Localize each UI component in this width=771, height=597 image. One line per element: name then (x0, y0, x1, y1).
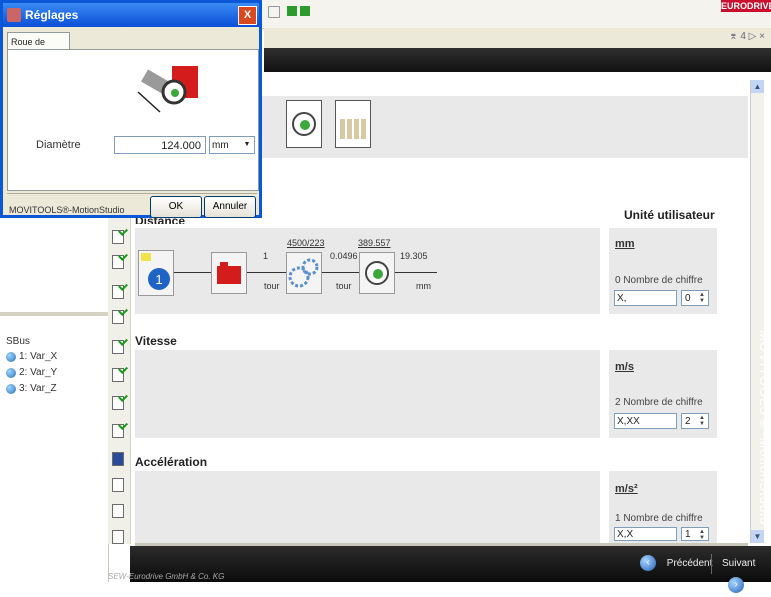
settings-icon (7, 8, 21, 22)
unit-column-title: Unité utilisateur (624, 208, 715, 222)
brand-logo: EURODRIVE (721, 0, 771, 12)
unit-select[interactable]: mm ▼ (209, 136, 255, 154)
header-dark-bar (264, 48, 771, 72)
tree-item-label: 1: Var_X (19, 351, 58, 362)
panel-splitter[interactable] (0, 312, 108, 316)
spin-arrows-icon[interactable]: ▲ ▼ (699, 415, 707, 427)
step-check-icon[interactable] (112, 230, 124, 244)
motor-unit: tour (264, 281, 280, 291)
tree-item-label: 2: Var_Y (19, 367, 58, 378)
unit-label-distance[interactable]: mm (615, 238, 635, 250)
gearbox-icon[interactable] (286, 252, 322, 294)
unit-panel-speed: m/s 2 Nombre de chiffre X,XX 2 ▲ ▼ (609, 350, 717, 438)
output-wheel-icon[interactable] (286, 100, 322, 148)
step-one-icon[interactable]: 1 (138, 250, 174, 296)
unit-panel-distance: mm 0 Nombre de chiffre X, 0 ▲ ▼ (609, 228, 717, 314)
wheel-unit: mm (416, 281, 431, 291)
wheel-value: 19.305 (400, 251, 428, 261)
gear-ratio[interactable]: 4500/223 (287, 238, 325, 248)
digits-label: 0 Nombre de chiffre (615, 275, 703, 286)
step-check-icon[interactable] (112, 340, 124, 354)
section-title-speed: Vitesse (135, 334, 177, 348)
unit-label-speed[interactable]: m/s (615, 361, 634, 373)
wheel-icon[interactable] (359, 252, 395, 294)
tree-item-var-y[interactable]: 2: Var_Y (6, 367, 57, 378)
format-input[interactable]: X, (614, 290, 677, 306)
step-check-icon[interactable] (112, 424, 124, 438)
tree-item-var-z[interactable]: 3: Var_Z (6, 383, 57, 394)
dialog-titlebar[interactable]: Réglages X (3, 3, 259, 27)
bottles-icon[interactable] (335, 100, 371, 148)
unit-label-acceleration[interactable]: m/s² (615, 483, 638, 495)
green-toolbar-icon-2[interactable] (300, 6, 310, 16)
wheel-ratio[interactable]: 389.557 (358, 238, 391, 248)
digits-stepper[interactable]: 1 ▲ ▼ (681, 527, 709, 541)
dialog-brand-footer: MOVITOOLS®-MotionStudio (9, 205, 125, 215)
current-step-icon[interactable] (112, 452, 124, 466)
diameter-input[interactable]: 124.000 (114, 136, 206, 154)
gear-unit: tour (336, 281, 352, 291)
device-icon (6, 367, 16, 378)
scroll-up-icon[interactable]: ▲ (751, 80, 764, 93)
speed-panel (135, 350, 600, 438)
arrow-right-icon: › (728, 577, 744, 594)
unit-panel-acceleration: m/s² 1 Nombre de chiffre X,X 1 ▲ ▼ (609, 471, 717, 543)
acceleration-panel (135, 471, 600, 543)
digits-label: 2 Nombre de chiffre (615, 397, 703, 408)
green-toolbar-icon[interactable] (287, 6, 297, 16)
motor-icon[interactable] (211, 252, 247, 294)
toolbar-icon[interactable] (268, 6, 280, 18)
chevron-down-icon[interactable]: ▼ (241, 138, 253, 152)
close-button[interactable]: X (238, 6, 257, 25)
step-pending-icon[interactable] (112, 504, 124, 518)
previous-button[interactable]: ‹ Précédent (640, 553, 712, 575)
step-check-icon[interactable] (112, 310, 124, 324)
format-input[interactable]: X,XX (614, 413, 677, 429)
step-pending-icon[interactable] (112, 478, 124, 492)
wheel-diagram-icon (134, 62, 202, 118)
tree-root-label: SBus (6, 336, 30, 347)
step-check-icon[interactable] (112, 255, 124, 269)
digits-stepper[interactable]: 2 ▲ ▼ (681, 413, 709, 429)
spin-arrows-icon[interactable]: ▲ ▼ (699, 292, 707, 304)
nav-divider (711, 554, 712, 574)
project-tree-panel (0, 220, 109, 582)
unit-select-value: mm (212, 140, 229, 151)
digits-label: 1 Nombre de chiffre (615, 513, 703, 524)
step-check-icon[interactable] (112, 368, 124, 382)
step-check-icon[interactable] (112, 285, 124, 299)
gear-value: 0.0496 (330, 251, 358, 261)
section-title-acceleration: Accélération (135, 455, 208, 469)
dialog-body: Diamètre 124.000 mm ▼ (7, 49, 259, 191)
step-check-icon[interactable] (112, 396, 124, 410)
format-input[interactable]: X,X (614, 527, 677, 541)
digits-value: 1 (685, 529, 691, 540)
digits-stepper[interactable]: 0 ▲ ▼ (681, 290, 709, 306)
tab-navigation[interactable]: ⌆ 4 ▷ × (729, 31, 765, 42)
arrow-left-icon: ‹ (640, 555, 656, 572)
settings-dialog: Réglages X Roue de sortie Diamètre 124.0… (0, 0, 262, 218)
digits-value: 2 (685, 416, 691, 427)
diameter-label: Diamètre (36, 139, 81, 151)
footer-copyright: SEW-Eurodrive GmbH & Co. KG (108, 572, 225, 581)
tab-strip: ⌆ 4 ▷ × (264, 28, 771, 49)
next-label: Suivant (722, 558, 756, 569)
tree-item-var-x[interactable]: 1: Var_X (6, 351, 57, 362)
ok-button[interactable]: OK (150, 196, 202, 218)
motor-value: 1 (263, 251, 269, 261)
step-number-text: 1 (155, 272, 162, 287)
digits-value: 0 (685, 293, 691, 304)
dialog-title: Réglages (25, 8, 79, 22)
dialog-separator (7, 193, 257, 194)
spin-arrows-icon[interactable]: ▲ ▼ (699, 529, 707, 541)
brand-watermark: MOVITOOLS®-MotionStudio (757, 330, 771, 526)
cancel-button[interactable]: Annuler (204, 196, 256, 218)
tree-root-sbus[interactable]: SBus (6, 336, 30, 347)
step-pending-icon[interactable] (112, 530, 124, 544)
device-icon (6, 351, 16, 362)
device-icon (6, 383, 16, 394)
previous-label: Précédent (666, 558, 713, 569)
tree-item-label: 3: Var_Z (19, 383, 57, 394)
